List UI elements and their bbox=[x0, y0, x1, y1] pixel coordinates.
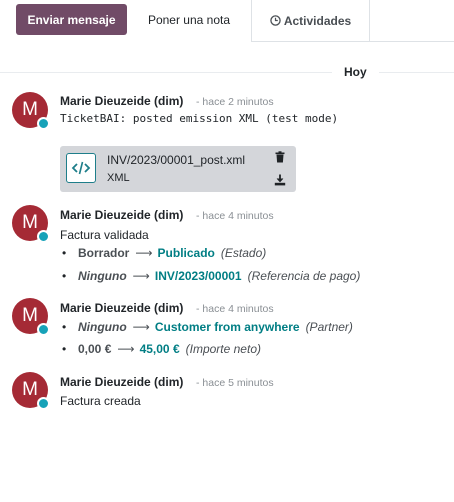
tracking-field-name: (Estado) bbox=[220, 246, 267, 260]
avatar-letter: M bbox=[22, 212, 38, 233]
online-status-icon bbox=[37, 117, 50, 130]
bullet: • bbox=[62, 342, 67, 356]
bullet: • bbox=[62, 320, 67, 334]
message-time: - hace 2 minutos bbox=[196, 96, 274, 108]
topbar-divider bbox=[251, 41, 454, 42]
avatar-letter: M bbox=[22, 379, 38, 400]
log-note-button[interactable]: Poner una nota bbox=[127, 4, 251, 35]
tracking-new-value: Publicado bbox=[157, 246, 215, 260]
attachment-type: XML bbox=[107, 172, 130, 184]
arrow-right-icon: ⟶ bbox=[132, 269, 150, 283]
tracking-new-value: INV/2023/00001 bbox=[154, 269, 242, 283]
chatter-topbar: Enviar mensaje Poner una nota Actividade… bbox=[0, 0, 454, 42]
tracking-old-value: Borrador bbox=[78, 246, 130, 260]
send-message-button[interactable]: Enviar mensaje bbox=[16, 4, 127, 35]
bullet: • bbox=[62, 269, 67, 283]
arrow-right-icon: ⟶ bbox=[135, 246, 153, 260]
tracking-field-name: (Referencia de pago) bbox=[247, 269, 361, 283]
message-body: Factura creada bbox=[60, 394, 141, 408]
tracking-line: • Ninguno ⟶ INV/2023/00001 (Referencia d… bbox=[62, 269, 360, 283]
clock-icon bbox=[270, 15, 281, 26]
avatar[interactable]: M bbox=[12, 205, 50, 243]
attachment-name: INV/2023/00001_post.xml bbox=[107, 153, 246, 167]
tracking-old-value: 0,00 € bbox=[78, 342, 112, 356]
tracking-new-value: Customer from anywhere bbox=[154, 320, 300, 334]
tracking-field-name: (Partner) bbox=[305, 320, 353, 334]
activities-button[interactable]: Actividades bbox=[251, 0, 370, 42]
tracking-new-value: 45,00 € bbox=[139, 342, 180, 356]
day-separator-line bbox=[0, 72, 454, 73]
tracking-line: • 0,00 € ⟶ 45,00 € (Importe neto) bbox=[62, 342, 261, 356]
arrow-right-icon: ⟶ bbox=[132, 320, 150, 334]
message-body: TicketBAI: posted emission XML (test mod… bbox=[60, 112, 339, 125]
day-separator: Hoy bbox=[0, 64, 454, 80]
message-time: - hace 4 minutos bbox=[196, 210, 274, 222]
activities-label: Actividades bbox=[283, 13, 352, 28]
avatar[interactable]: M bbox=[12, 372, 50, 410]
code-file-icon bbox=[66, 153, 96, 183]
tracking-field-name: (Importe neto) bbox=[185, 342, 261, 356]
online-status-icon bbox=[37, 397, 50, 410]
message-time: - hace 5 minutos bbox=[196, 377, 274, 389]
message-author[interactable]: Marie Dieuzeide (dim) bbox=[60, 301, 183, 315]
avatar-letter: M bbox=[22, 99, 38, 120]
tracking-old-value: Ninguno bbox=[78, 269, 127, 283]
online-status-icon bbox=[37, 323, 50, 336]
avatar[interactable]: M bbox=[12, 298, 50, 336]
tracking-line: • Ninguno ⟶ Customer from anywhere (Part… bbox=[62, 320, 353, 334]
avatar-letter: M bbox=[22, 305, 38, 326]
tracking-old-value: Ninguno bbox=[78, 320, 127, 334]
message-author[interactable]: Marie Dieuzeide (dim) bbox=[60, 208, 183, 222]
bullet: • bbox=[62, 246, 67, 260]
online-status-icon bbox=[37, 230, 50, 243]
message-time: - hace 4 minutos bbox=[196, 303, 274, 315]
message-body: Factura validada bbox=[60, 228, 149, 242]
day-separator-label: Hoy bbox=[332, 64, 379, 80]
attachment-card[interactable]: INV/2023/00001_post.xml XML bbox=[60, 146, 296, 192]
avatar[interactable]: M bbox=[12, 92, 50, 130]
trash-icon[interactable] bbox=[274, 151, 286, 163]
tracking-line: • Borrador ⟶ Publicado (Estado) bbox=[62, 246, 266, 260]
message-author[interactable]: Marie Dieuzeide (dim) bbox=[60, 375, 183, 389]
message-author[interactable]: Marie Dieuzeide (dim) bbox=[60, 94, 183, 108]
download-icon[interactable] bbox=[274, 174, 286, 186]
arrow-right-icon: ⟶ bbox=[117, 342, 135, 356]
